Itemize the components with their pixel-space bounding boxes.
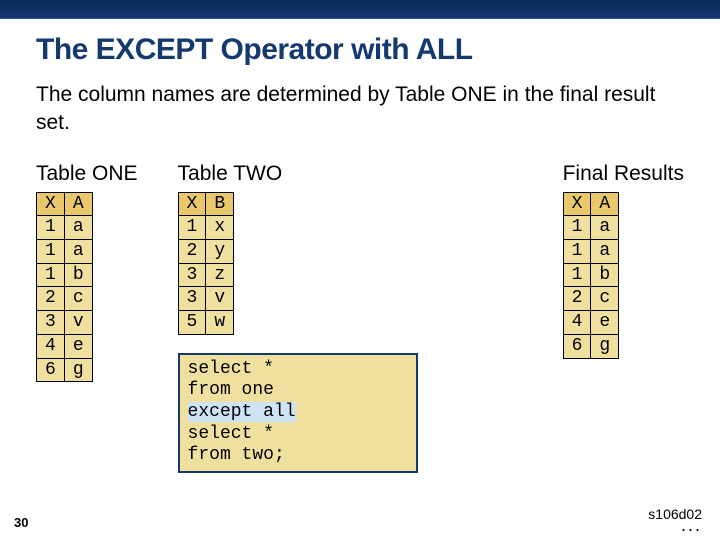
col-header: X [178,192,206,216]
cell: 3 [37,311,65,335]
code-line: from two; [188,445,408,467]
table-row: 3z [178,263,234,287]
table-row: 1a [563,240,619,264]
cell: a [591,216,619,240]
cell: 1 [563,240,591,264]
code-line: from one [188,380,408,402]
cell: 2 [178,240,206,264]
cell: 5 [178,311,206,335]
cell: v [64,311,92,335]
cell: 3 [178,287,206,311]
slide-body: The EXCEPT Operator with ALL The column … [0,19,720,473]
col-header: B [206,192,234,216]
columns: Table ONE XA1a1a1b2c3v4e6g Table TWO XB1… [36,162,684,473]
cell: b [64,263,92,287]
cell: v [206,287,234,311]
cell: 1 [178,216,206,240]
cell: 1 [37,240,65,264]
table-row: 2c [563,287,619,311]
cell: a [64,240,92,264]
table-row: 3v [178,287,234,311]
table-row: 1a [37,216,93,240]
cell: x [206,216,234,240]
cell: 4 [563,311,591,335]
table-row: 1b [37,263,93,287]
col-final-results: Final Results XA1a1a1b2c4e6g [563,162,684,359]
cell: e [591,311,619,335]
col-header: X [37,192,65,216]
table-row: 1a [563,216,619,240]
page-title: The EXCEPT Operator with ALL [36,33,684,67]
cell: 3 [178,263,206,287]
table-row: 2y [178,240,234,264]
cell: z [206,263,234,287]
table-row: 3v [37,311,93,335]
cell: 6 [37,358,65,382]
col-table-one: Table ONE XA1a1a1b2c3v4e6g [36,162,138,383]
table-one-title: Table ONE [36,162,138,186]
table-final: XA1a1a1b2c4e6g [563,192,620,359]
cell: 1 [563,263,591,287]
col-header: A [64,192,92,216]
col-header: X [563,192,591,216]
top-banner [0,0,720,19]
table-row: 5w [178,311,234,335]
cell: a [591,240,619,264]
cell: g [591,334,619,358]
cell: 1 [37,263,65,287]
cell: 2 [37,287,65,311]
page-number: 30 [14,515,28,530]
cell: 1 [563,216,591,240]
table-row: 6g [563,334,619,358]
cell: a [64,216,92,240]
table-row: 6g [37,358,93,382]
cell: c [591,287,619,311]
cell: c [64,287,92,311]
cell: 2 [563,287,591,311]
table-row: 4e [563,311,619,335]
cell: w [206,311,234,335]
sql-code: select * from one except all select * fr… [178,353,418,473]
final-results-title: Final Results [563,162,684,186]
cell: g [64,358,92,382]
table-row: 1b [563,263,619,287]
table-one: XA1a1a1b2c3v4e6g [36,192,93,383]
cell: e [64,334,92,358]
cell: 1 [37,216,65,240]
cell: 6 [563,334,591,358]
code-line: select * [188,359,408,381]
subtitle: The column names are determined by Table… [36,81,684,138]
code-line: select * [188,424,408,446]
highlight-except-all: except all [188,402,296,422]
cell: y [206,240,234,264]
table-row: 2c [37,287,93,311]
table-row: 4e [37,334,93,358]
cell: 4 [37,334,65,358]
col-header: A [591,192,619,216]
footer-dots: ... [681,515,702,536]
table-row: 1x [178,216,234,240]
code-line: except all [188,402,408,424]
cell: b [591,263,619,287]
table-two: XB1x2y3z3v5w [178,192,235,335]
col-table-two: Table TWO XB1x2y3z3v5w select * from one… [178,162,418,473]
table-row: 1a [37,240,93,264]
table-two-title: Table TWO [178,162,418,186]
